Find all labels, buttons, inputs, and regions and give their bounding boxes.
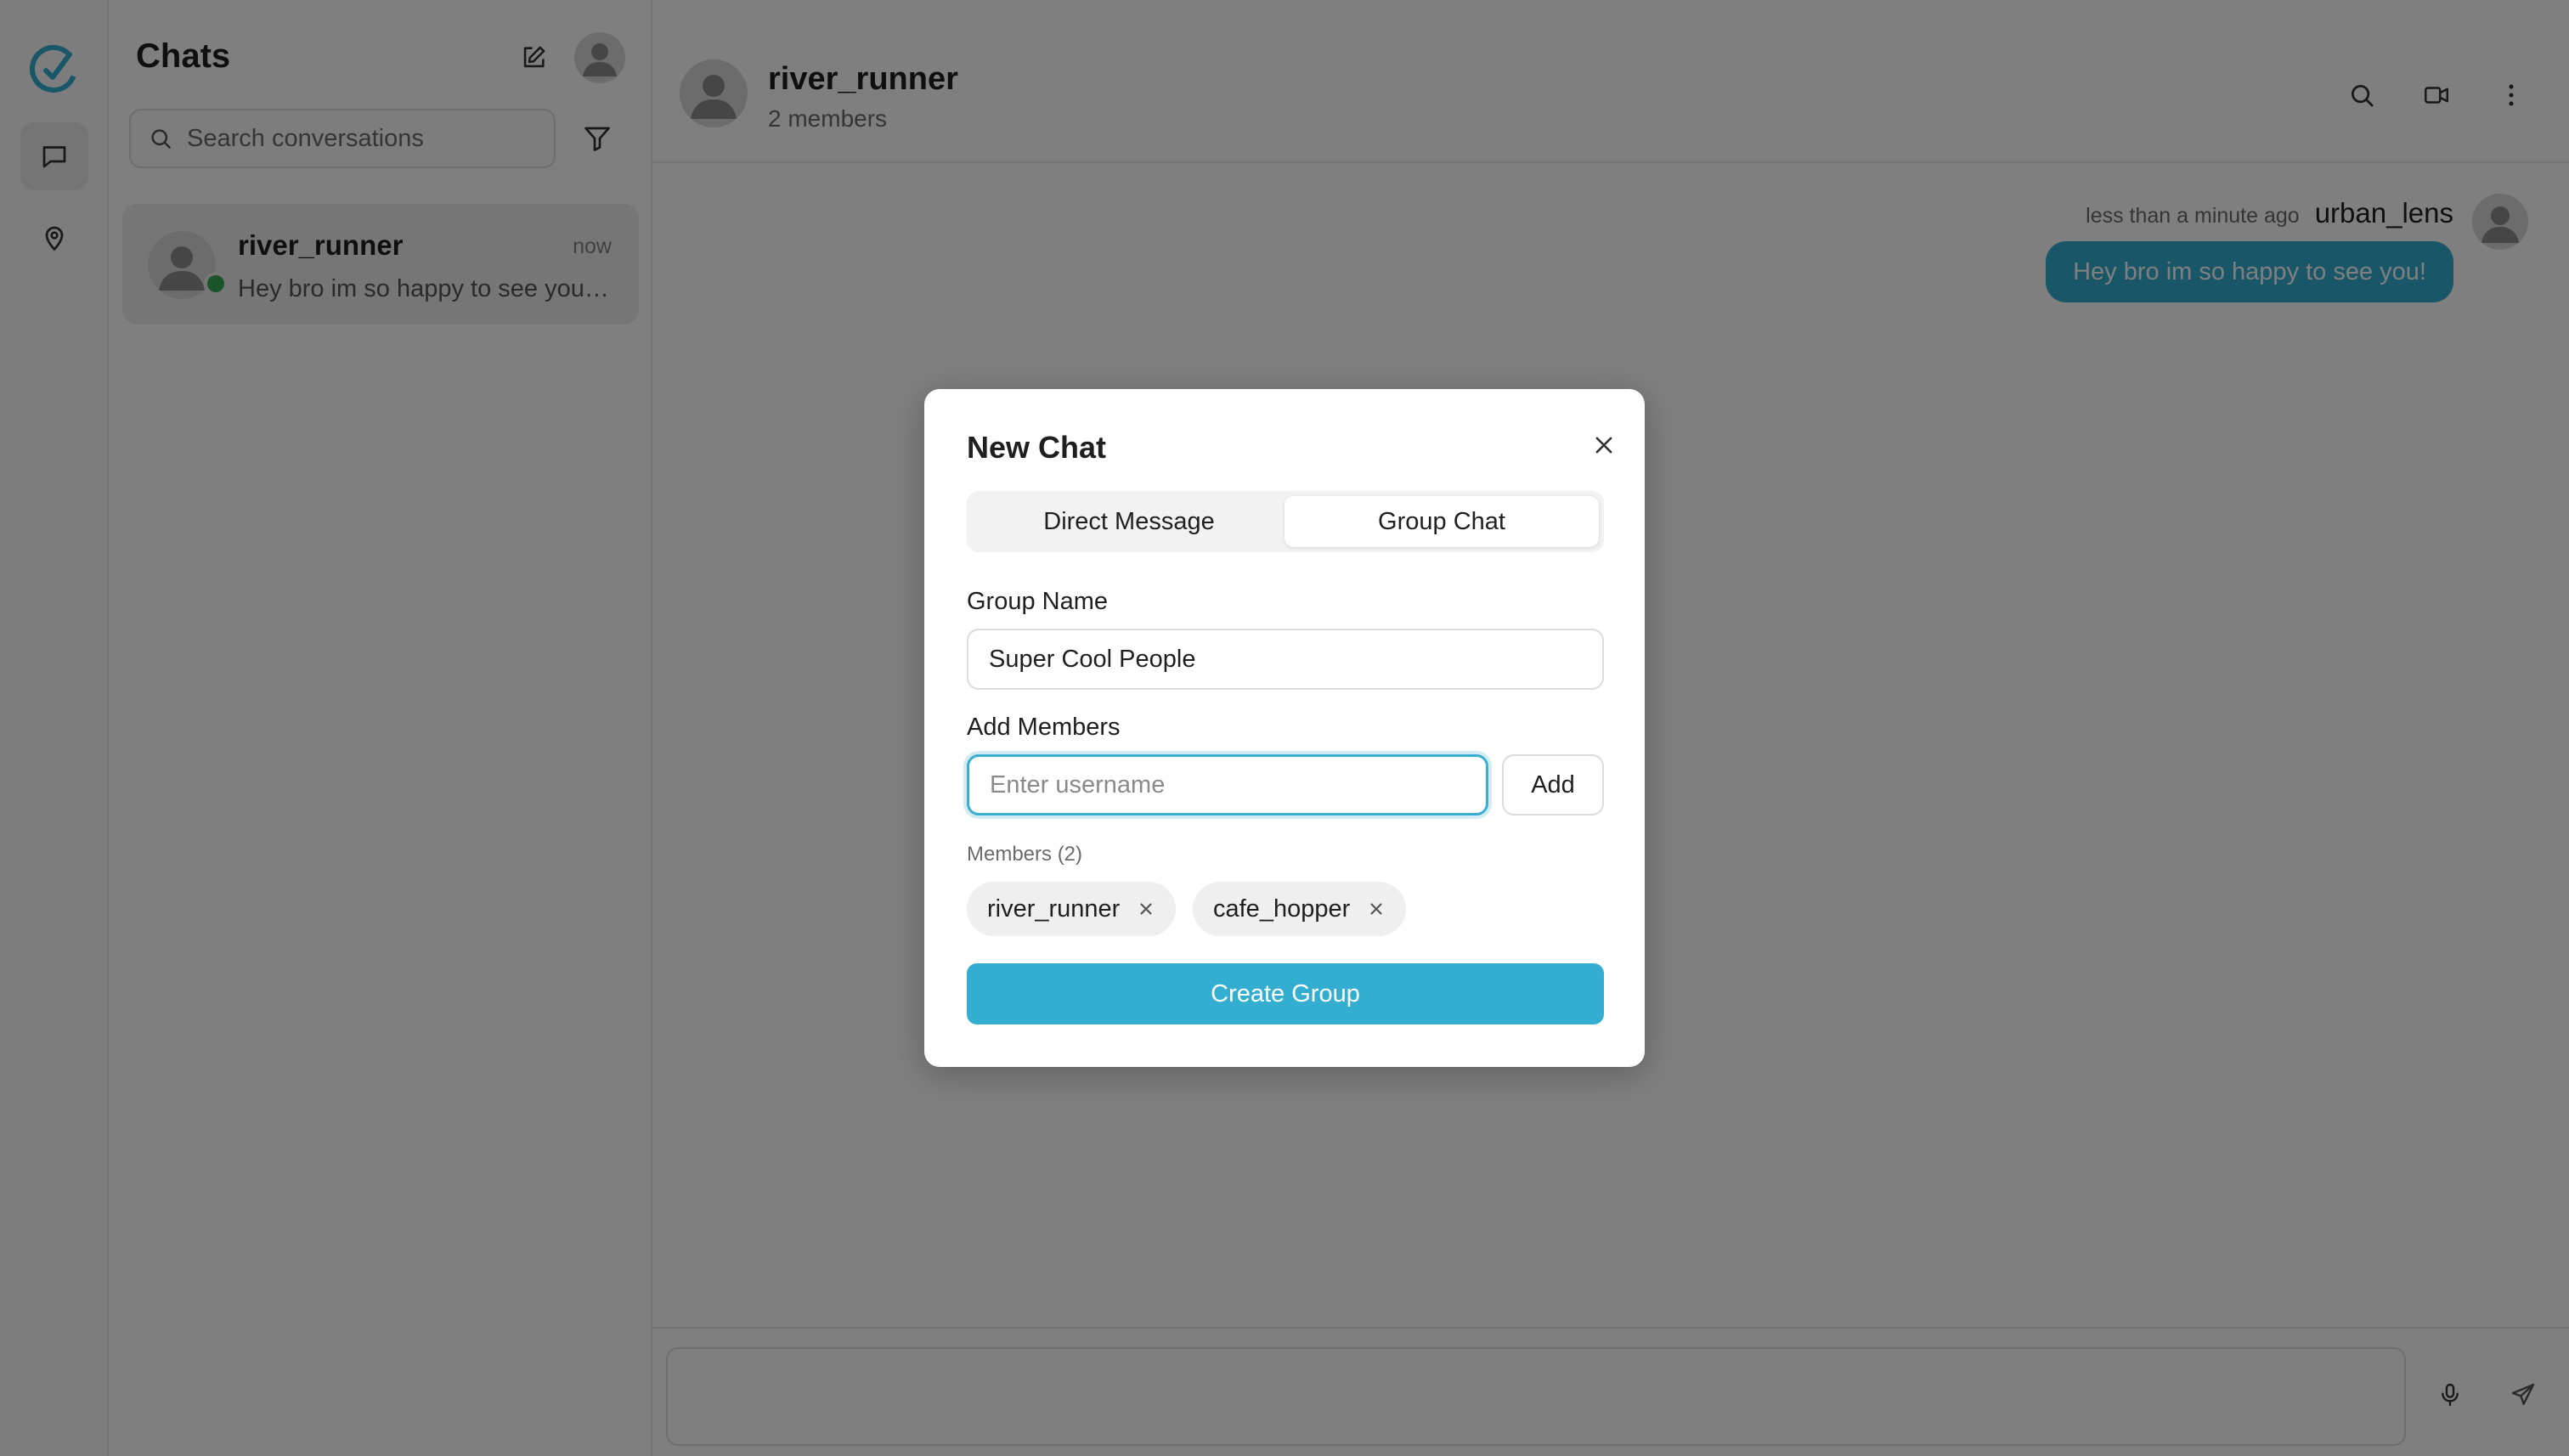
- member-chip: river_runner: [967, 882, 1177, 936]
- close-icon: [1595, 437, 1612, 454]
- chat-type-tabs: Direct Message Group Chat: [967, 491, 1604, 552]
- add-member-button[interactable]: Add: [1502, 754, 1604, 815]
- group-name-field: [967, 629, 1604, 690]
- close-dialog-button[interactable]: [1587, 428, 1621, 462]
- dialog-title: New Chat: [967, 430, 1107, 465]
- username-input[interactable]: [990, 770, 1486, 799]
- add-members-label: Add Members: [967, 714, 1121, 741]
- remove-member-icon[interactable]: [1137, 900, 1155, 918]
- username-field: [967, 754, 1488, 815]
- tab-group-chat[interactable]: Group Chat: [1284, 496, 1599, 547]
- remove-member-icon[interactable]: [1367, 900, 1386, 918]
- members-count-label: Members (2): [967, 843, 1083, 866]
- tab-direct-message[interactable]: Direct Message: [972, 496, 1286, 547]
- group-name-label: Group Name: [967, 588, 1109, 615]
- member-chip-label: cafe_hopper: [1213, 894, 1351, 923]
- member-chip: cafe_hopper: [1193, 882, 1407, 936]
- new-chat-dialog: New Chat Direct Message Group Chat Group…: [924, 389, 1645, 1067]
- member-chip-label: river_runner: [987, 894, 1121, 923]
- group-name-input[interactable]: [989, 645, 1602, 674]
- create-group-button[interactable]: Create Group: [967, 963, 1604, 1024]
